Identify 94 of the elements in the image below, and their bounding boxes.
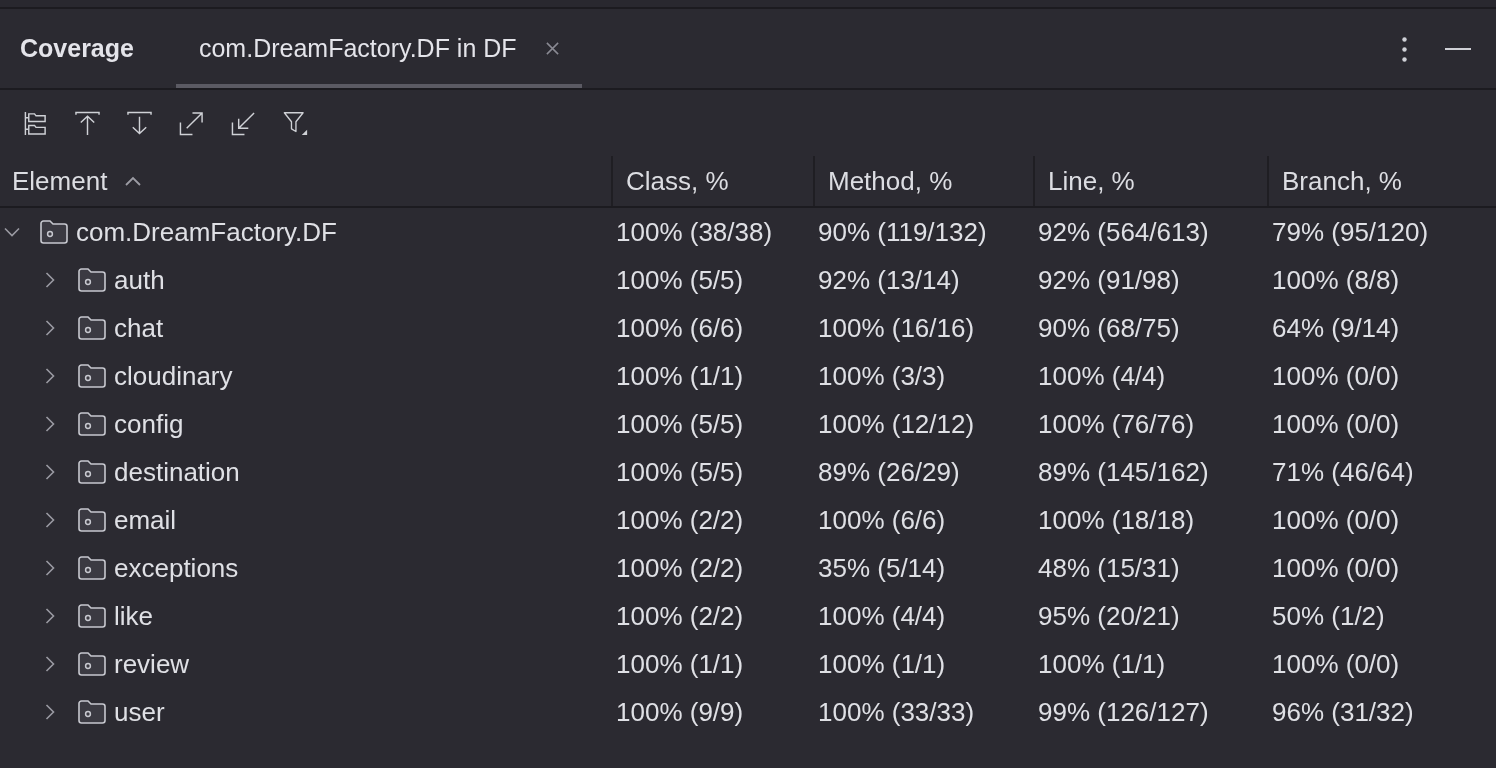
column-header[interactable]: Element <box>12 165 142 197</box>
table-cell: 100% (9/9) <box>616 696 744 728</box>
chevron-right-icon[interactable] <box>45 416 55 432</box>
chevron-right-icon[interactable] <box>45 656 55 672</box>
tool-window-title: Coverage <box>19 34 134 63</box>
chevron-right-icon[interactable] <box>45 560 55 576</box>
package-name[interactable]: destination <box>114 456 240 488</box>
table-cell: 90% (68/75) <box>1038 312 1180 344</box>
table-cell: 100% (1/1) <box>1038 648 1166 680</box>
column-header[interactable]: Class, % <box>626 165 729 197</box>
package-folder-icon <box>78 700 106 724</box>
table-cell: 100% (2/2) <box>616 600 744 632</box>
filter-icon[interactable] <box>282 110 308 136</box>
column-header[interactable]: Branch, % <box>1282 165 1402 197</box>
package-name[interactable]: like <box>114 600 153 632</box>
table-cell: 64% (9/14) <box>1272 312 1400 344</box>
chevron-down-icon[interactable] <box>4 227 20 237</box>
table-cell: 100% (76/76) <box>1038 408 1195 440</box>
table-cell: 100% (18/18) <box>1038 504 1195 536</box>
table-cell: 100% (12/12) <box>818 408 975 440</box>
table-cell: 92% (564/613) <box>1038 216 1209 248</box>
package-name[interactable]: review <box>114 648 190 680</box>
package-name[interactable]: cloudinary <box>114 360 233 392</box>
table-cell: 95% (20/21) <box>1038 600 1180 632</box>
table-cell: 89% (145/162) <box>1038 456 1209 488</box>
table-cell: 100% (8/8) <box>1272 264 1400 296</box>
column-header[interactable]: Method, % <box>828 165 953 197</box>
package-name[interactable]: exceptions <box>114 552 239 584</box>
package-name[interactable]: email <box>114 504 177 536</box>
chevron-right-icon[interactable] <box>45 704 55 720</box>
table-cell: 90% (119/132) <box>818 216 987 248</box>
tab[interactable]: com.DreamFactory.DF in DF <box>175 9 582 88</box>
package-folder-icon <box>78 556 106 580</box>
table-cell: 50% (1/2) <box>1272 600 1385 632</box>
table-cell: 92% (91/98) <box>1038 264 1180 296</box>
chevron-right-icon[interactable] <box>45 512 55 528</box>
chevron-right-icon[interactable] <box>45 464 55 480</box>
table-cell: 100% (3/3) <box>818 360 946 392</box>
table-cell: 79% (95/120) <box>1272 216 1429 248</box>
table-cell: 100% (5/5) <box>616 264 744 296</box>
table-cell: 100% (5/5) <box>616 456 744 488</box>
close-icon[interactable] <box>544 41 560 56</box>
package-name[interactable]: user <box>114 696 165 728</box>
table-cell: 100% (38/38) <box>616 216 773 248</box>
chevron-right-icon[interactable] <box>45 320 55 336</box>
table-cell: 100% (0/0) <box>1272 504 1400 536</box>
package-name[interactable]: config <box>114 408 184 440</box>
minimize-icon[interactable] <box>1445 47 1471 50</box>
table-cell: 100% (0/0) <box>1272 360 1400 392</box>
package-folder-icon <box>78 604 106 628</box>
package-name[interactable]: com.DreamFactory.DF <box>76 216 337 248</box>
table-cell: 100% (2/2) <box>616 504 744 536</box>
table-cell: 100% (6/6) <box>818 504 946 536</box>
package-folder-icon <box>78 652 106 676</box>
package-folder-icon <box>78 316 106 340</box>
table-cell: 89% (26/29) <box>818 456 960 488</box>
table-cell: 100% (2/2) <box>616 552 744 584</box>
table-cell: 100% (1/1) <box>616 360 744 392</box>
table-cell: 100% (1/1) <box>818 648 946 680</box>
more-options-icon[interactable] <box>1402 37 1407 62</box>
package-folder-icon <box>78 508 106 532</box>
table-cell: 100% (5/5) <box>616 408 744 440</box>
arrow-up-right-icon[interactable] <box>178 110 204 136</box>
column-header[interactable]: Line, % <box>1048 165 1135 197</box>
table-cell: 100% (4/4) <box>818 600 946 632</box>
package-folder-icon <box>78 460 106 484</box>
table-cell: 100% (0/0) <box>1272 552 1400 584</box>
package-folder-icon <box>78 412 106 436</box>
folder-tree-icon[interactable] <box>22 110 48 136</box>
table-cell: 100% (0/0) <box>1272 648 1400 680</box>
package-name[interactable]: auth <box>114 264 165 296</box>
table-cell: 99% (126/127) <box>1038 696 1209 728</box>
sort-ascending-icon <box>125 176 142 186</box>
package-folder-icon <box>78 364 106 388</box>
arrow-up-to-line-icon[interactable] <box>74 110 100 136</box>
package-folder-icon <box>40 220 68 244</box>
table-cell: 35% (5/14) <box>818 552 946 584</box>
package-folder-icon <box>78 268 106 292</box>
chevron-right-icon[interactable] <box>45 368 55 384</box>
table-cell: 71% (46/64) <box>1272 456 1414 488</box>
chevron-right-icon[interactable] <box>45 608 55 624</box>
arrow-down-from-line-icon[interactable] <box>126 110 152 136</box>
table-cell: 100% (1/1) <box>616 648 744 680</box>
table-cell: 100% (6/6) <box>616 312 744 344</box>
table-cell: 100% (0/0) <box>1272 408 1400 440</box>
table-cell: 92% (13/14) <box>818 264 960 296</box>
table-cell: 100% (4/4) <box>1038 360 1166 392</box>
package-name[interactable]: chat <box>114 312 164 344</box>
table-cell: 100% (33/33) <box>818 696 975 728</box>
table-cell: 100% (16/16) <box>818 312 975 344</box>
arrow-down-left-icon[interactable] <box>230 110 256 136</box>
table-cell: 96% (31/32) <box>1272 696 1414 728</box>
table-cell: 48% (15/31) <box>1038 552 1180 584</box>
chevron-right-icon[interactable] <box>45 272 55 288</box>
